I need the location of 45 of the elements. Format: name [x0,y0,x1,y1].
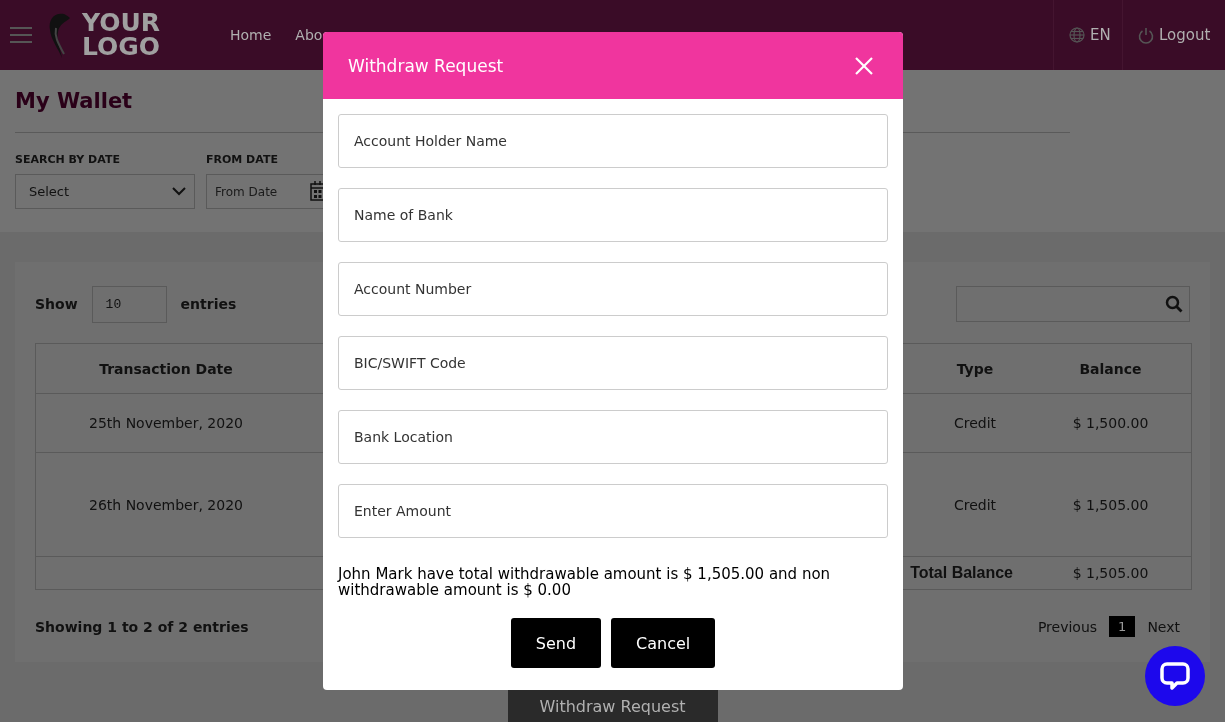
cancel-button[interactable]: Cancel [611,618,716,668]
input-field[interactable]: Enter Amount [338,484,888,538]
table-cell-text: Credit [952,496,998,513]
column-header[interactable]: Balance [1030,360,1191,377]
entries-info: Showing 1 to 2 of 2 entries [35,618,249,635]
chat-button[interactable] [1145,646,1205,706]
table-cell-text: Credit [952,415,998,431]
date-select[interactable]: Select [15,174,195,209]
total-label: Total Balance [910,564,1013,581]
close-icon[interactable] [855,56,873,75]
filter-label: FROM DATE [206,153,279,166]
page-number[interactable]: 1 [1109,616,1136,637]
next-link[interactable]: Next [1147,618,1180,635]
nav-link[interactable]: Home [230,27,272,43]
chevron-down-icon [172,187,186,196]
show-label: Show [35,296,78,312]
entries-select[interactable]: 10 [91,285,167,323]
nav-link[interactable]: Abo [295,27,323,43]
filter-label: SEARCH BY DATE [15,153,121,166]
input-field[interactable]: BIC/SWIFT Code [338,336,888,390]
send-button[interactable]: Send [510,618,602,668]
balance-message: John Mark have total withdrawable amount is $ 1,505.00 and non withdrawable amount is $ 0.00 [338,566,832,598]
chat-bubble-icon [1160,661,1190,691]
logo-text: YOUR LOGO [82,11,161,59]
previous-link[interactable]: Previous [1037,618,1098,635]
globe-icon [1069,27,1085,43]
modal-title: Withdraw Request [348,55,504,76]
withdraw-button[interactable]: Withdraw Request [507,688,718,722]
page-title: My Wallet [15,88,134,115]
input-field[interactable]: Bank Location [338,410,888,464]
column-header[interactable]: Type [920,360,1030,377]
table-cell-text: 26th November, 2020 [88,496,244,513]
input-field[interactable]: Account Holder Name [338,114,888,168]
menu-icon[interactable] [10,26,32,44]
power-icon [1138,26,1154,44]
input-field[interactable]: Account Number [338,262,888,316]
column-header[interactable]: Transaction Date [36,360,296,377]
total-value: $ 1,505.00 [1071,565,1150,581]
search-icon[interactable] [1165,295,1183,313]
table-cell-text: 25th November, 2020 [88,415,244,431]
input-field[interactable]: Name of Bank [338,188,888,242]
search-field[interactable] [956,286,1190,322]
table-cell-text: $ 1,505.00 [1071,496,1150,513]
table-cell-text: $ 1,500.00 [1071,415,1150,431]
entries-label: entries [180,296,237,312]
